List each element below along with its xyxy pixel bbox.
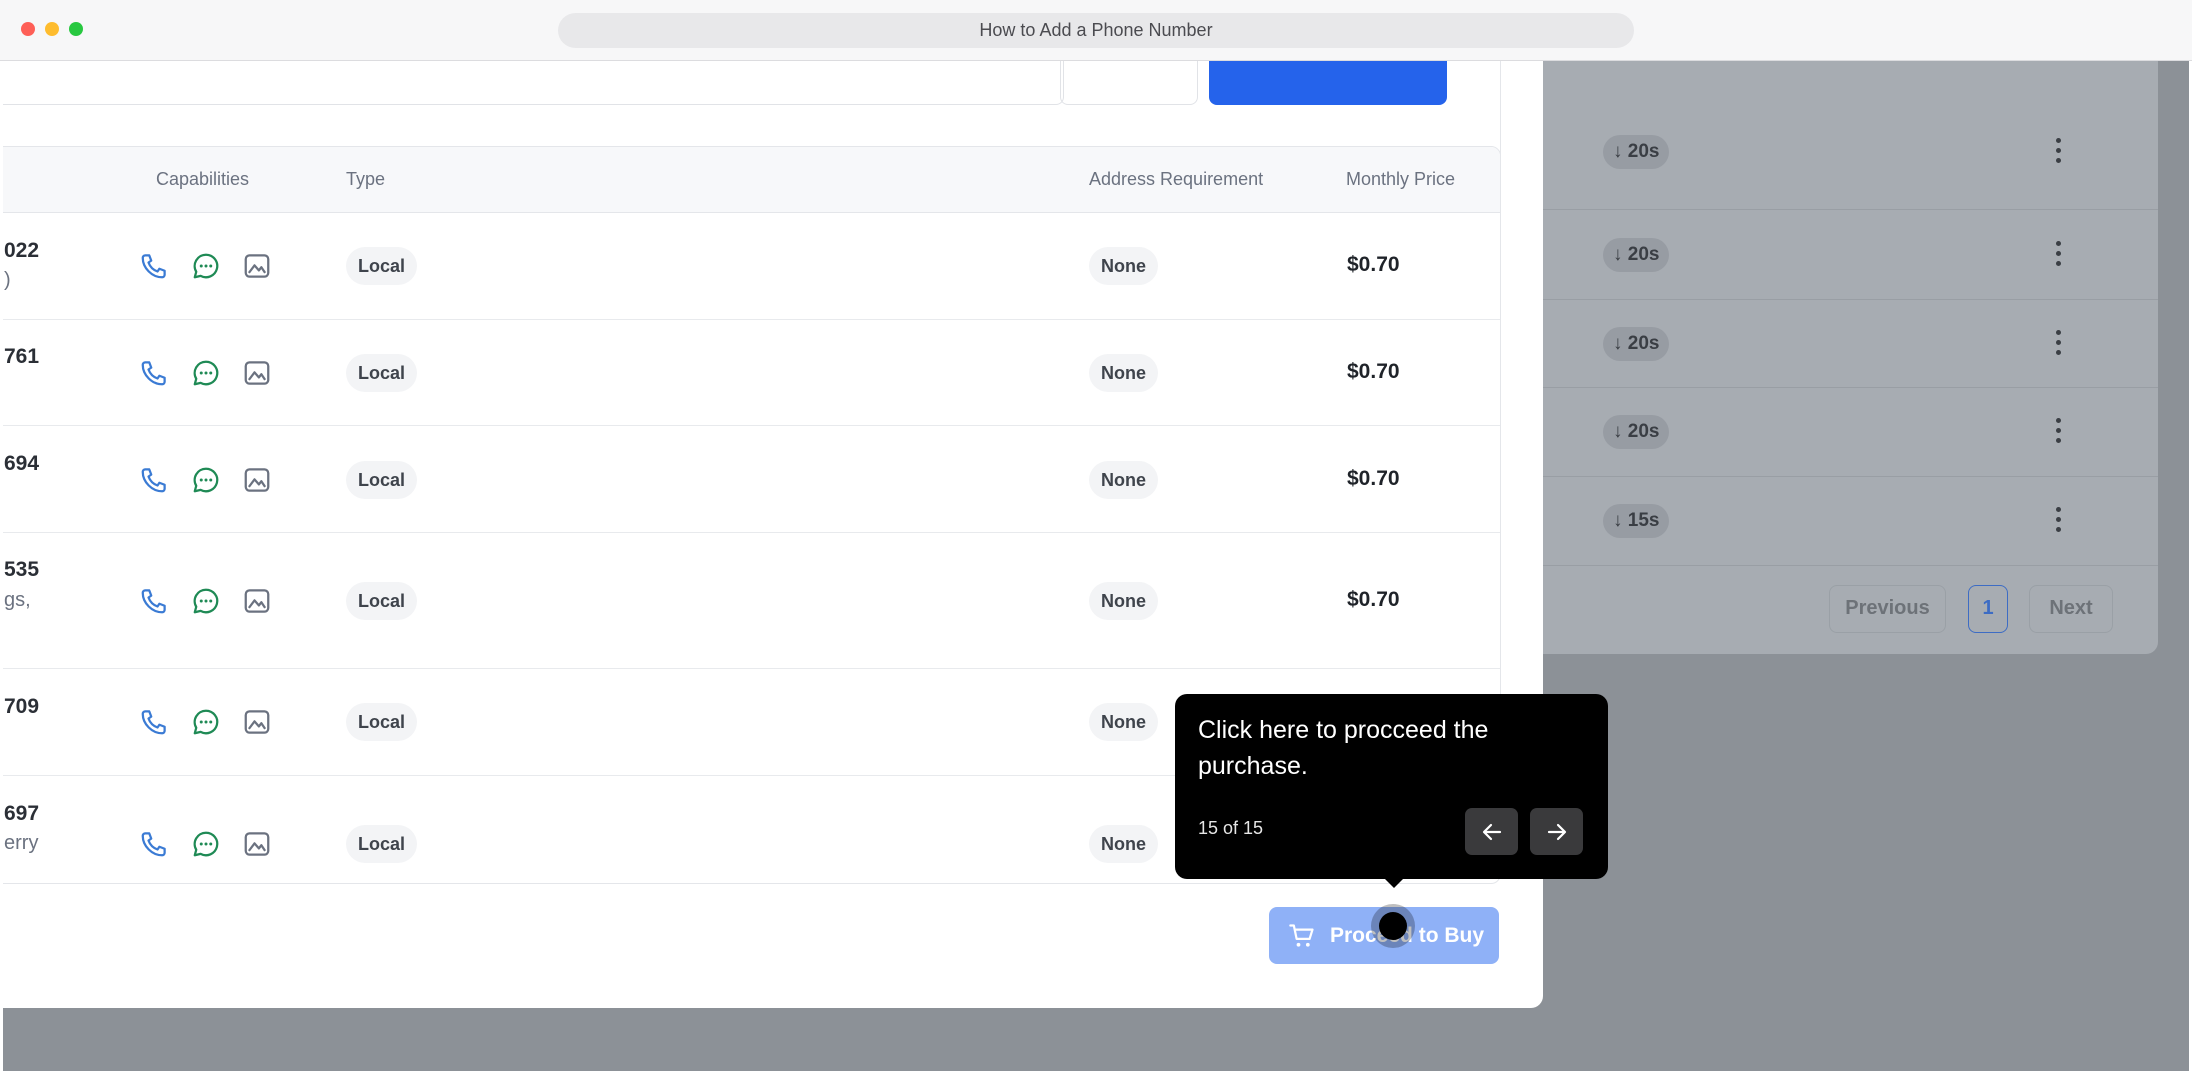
tour-step-counter: 15 of 15 xyxy=(1198,818,1264,838)
number-location: erry xyxy=(4,832,39,854)
tour-next-button[interactable] xyxy=(1530,808,1583,855)
cart-icon xyxy=(1289,924,1314,947)
more-options-icon[interactable] xyxy=(2054,138,2062,166)
image-icon xyxy=(244,361,270,385)
image-icon xyxy=(244,832,270,856)
message-icon xyxy=(193,831,219,857)
image-icon xyxy=(244,254,270,278)
bottom-edge xyxy=(3,1071,2189,1080)
monthly-price: $0.70 xyxy=(1347,588,1400,611)
address-badge: None xyxy=(1089,825,1158,863)
zoom-window-button[interactable] xyxy=(69,22,83,36)
close-window-button[interactable] xyxy=(21,22,35,36)
duration-badge: ↓ 20s xyxy=(1603,238,1670,272)
duration-badge: ↓ 20s xyxy=(1603,327,1670,361)
type-badge: Local xyxy=(346,461,418,499)
phone-number: 761 xyxy=(4,345,40,368)
table-row[interactable]: 535 gs, Local None $0.70 xyxy=(3,533,1500,669)
message-icon xyxy=(193,360,219,386)
number-location: gs, xyxy=(4,589,31,611)
message-icon xyxy=(193,467,219,493)
duration-badge: ↓ 20s xyxy=(1603,135,1670,169)
tour-tooltip: Click here to procceed the purchase. 15 … xyxy=(1175,694,1608,879)
phone-icon xyxy=(141,254,166,279)
monthly-price: $0.70 xyxy=(1347,253,1400,276)
duration-badge: ↓ 15s xyxy=(1603,504,1670,538)
arrow-left-icon xyxy=(1482,823,1502,841)
table-row[interactable]: 761 Local None $0.70 xyxy=(3,320,1500,426)
phone-number: 694 xyxy=(4,452,40,475)
phone-icon xyxy=(141,832,166,857)
search-button[interactable] xyxy=(1209,61,1447,105)
type-badge: Local xyxy=(346,703,418,741)
phone-number: 535 xyxy=(4,558,40,581)
header-capabilities: Capabilities xyxy=(156,169,250,189)
more-options-icon[interactable] xyxy=(2054,418,2062,446)
type-badge: Local xyxy=(346,825,418,863)
more-options-icon[interactable] xyxy=(2054,330,2062,358)
title-bar: How to Add a Phone Number xyxy=(0,0,2192,61)
address-bar[interactable]: How to Add a Phone Number xyxy=(558,13,1634,48)
next-page-button[interactable]: Next xyxy=(2029,585,2113,633)
page-1-button[interactable]: 1 xyxy=(1968,585,2008,633)
phone-number: 022 xyxy=(4,239,40,262)
phone-number: 697 xyxy=(4,802,40,825)
address-badge: None xyxy=(1089,247,1158,285)
message-icon xyxy=(193,588,219,614)
search-input[interactable] xyxy=(3,61,1064,105)
click-indicator xyxy=(1371,904,1415,948)
phone-icon xyxy=(141,710,166,735)
arrow-right-icon xyxy=(1547,823,1567,841)
tour-previous-button[interactable] xyxy=(1465,808,1518,855)
header-address-requirement: Address Requirement xyxy=(1089,169,1264,189)
type-badge: Local xyxy=(346,354,418,392)
address-badge: None xyxy=(1089,354,1158,392)
monthly-price: $0.70 xyxy=(1347,467,1400,490)
image-icon xyxy=(244,589,270,613)
header-type: Type xyxy=(346,169,386,189)
message-icon xyxy=(193,253,219,279)
address-badge: None xyxy=(1089,703,1158,741)
image-icon xyxy=(244,710,270,734)
image-icon xyxy=(244,468,270,492)
table-row[interactable]: 022 ) Local None $0.70 xyxy=(3,213,1500,320)
browser-window: How to Add a Phone Number ↓ 20s ↓ 20s ↓ … xyxy=(0,0,2192,1080)
reset-button[interactable] xyxy=(1060,61,1198,105)
table-header: Capabilities Type Address Requirement Mo… xyxy=(3,147,1500,213)
phone-icon xyxy=(141,468,166,493)
duration-badge: ↓ 20s xyxy=(1603,415,1670,449)
header-monthly-price: Monthly Price xyxy=(1346,169,1456,189)
phone-number: 709 xyxy=(4,695,40,718)
more-options-icon[interactable] xyxy=(2054,241,2062,269)
phone-icon xyxy=(141,361,166,386)
monthly-price: $0.70 xyxy=(1347,360,1400,383)
address-badge: None xyxy=(1089,582,1158,620)
type-badge: Local xyxy=(346,247,418,285)
address-badge: None xyxy=(1089,461,1158,499)
previous-page-button[interactable]: Previous xyxy=(1829,585,1946,633)
type-badge: Local xyxy=(346,582,418,620)
number-location: ) xyxy=(4,269,11,291)
message-icon xyxy=(193,709,219,735)
tour-message: Click here to procceed the purchase. xyxy=(1198,716,1489,780)
tooltip-pointer xyxy=(1382,876,1406,888)
minimize-window-button[interactable] xyxy=(45,22,59,36)
more-options-icon[interactable] xyxy=(2054,507,2062,535)
table-row[interactable]: 694 Local None $0.70 xyxy=(3,426,1500,533)
phone-icon xyxy=(141,589,166,614)
